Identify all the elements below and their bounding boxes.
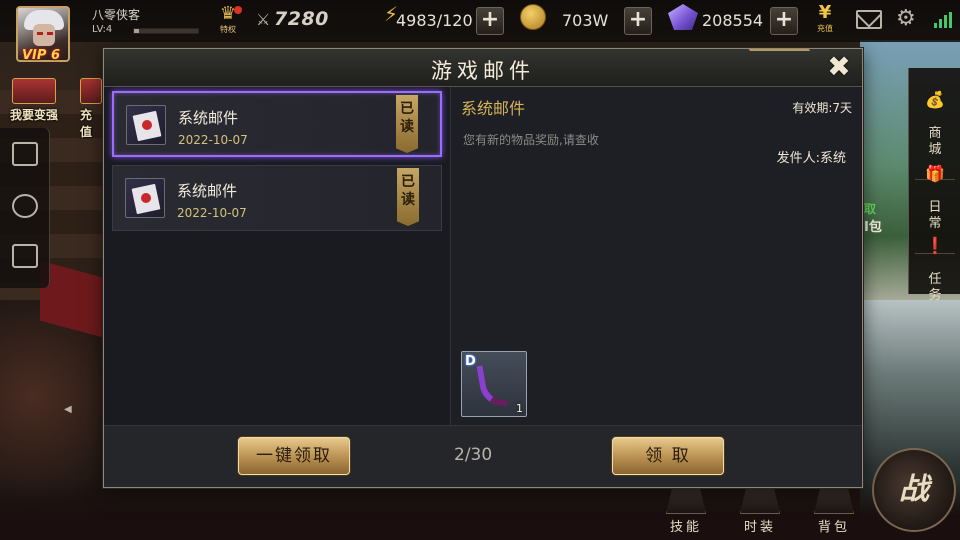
- vip-badge[interactable]: VIP 6: [22, 48, 60, 63]
- fashion-icon: [740, 488, 780, 514]
- xp-bar-fill: [134, 29, 140, 33]
- letter-icon: [125, 178, 165, 218]
- mail-date: 2022-10-07: [177, 206, 247, 220]
- task-button[interactable]: ❗ 任 务: [909, 222, 960, 304]
- page-indicator: 2/30: [454, 445, 493, 465]
- privilege-button[interactable]: ♛ 特权: [210, 4, 246, 38]
- skills-button[interactable]: 技能: [654, 488, 718, 540]
- fashion-button[interactable]: 时装: [728, 488, 792, 540]
- avatar-face: [33, 24, 55, 46]
- notes-icon[interactable]: [12, 142, 38, 166]
- friends-icon[interactable]: [12, 194, 38, 218]
- claim-all-button[interactable]: 一键领取: [238, 437, 350, 475]
- mail-list-item[interactable]: 系统邮件 2022-10-07 已 读: [112, 165, 442, 231]
- signal-bar: [944, 15, 947, 28]
- yen-icon: ¥: [818, 2, 832, 23]
- stamina-value: 4983/120: [396, 11, 473, 30]
- strengthen-button[interactable]: 我要变强: [10, 78, 58, 123]
- right-side-panel: 💰 商 城 🎁 日 常 ❗ 任 务: [908, 68, 960, 303]
- mail-list-item[interactable]: 系统邮件 2022-10-07 已 读: [112, 91, 442, 157]
- letter-seal: [141, 193, 151, 203]
- chest-icon: [12, 78, 56, 104]
- left-side-panel: [0, 128, 50, 288]
- avatar-eye-right: [47, 32, 53, 35]
- add-stamina-button[interactable]: +: [476, 7, 504, 35]
- diamond-value: 208554: [702, 11, 764, 30]
- diamond-resource: 208554 +: [700, 7, 800, 35]
- dialog-title: 游戏邮件: [431, 59, 535, 83]
- letter-seal: [142, 120, 152, 130]
- recharge-label: 充值: [817, 24, 833, 33]
- recharge-side-icon: [80, 78, 102, 104]
- scythe-icon: [476, 362, 508, 410]
- privilege-label: 特权: [220, 25, 236, 34]
- gift-icon: 🎁: [925, 164, 945, 183]
- mail-list: 系统邮件 2022-10-07 已 读 系统邮件 2022-10-07 已 读: [104, 87, 449, 425]
- signal-icon: [934, 12, 952, 28]
- gear-icon[interactable]: ⚙: [896, 6, 916, 31]
- crossed-swords-icon: ⚔: [256, 10, 271, 29]
- mail-expiry: 有效期:7天: [792, 101, 852, 115]
- skills-icon: [666, 488, 706, 514]
- battle-button[interactable]: 战: [872, 448, 956, 532]
- read-badge: 已 读: [397, 168, 419, 226]
- bag-icon: [814, 488, 854, 514]
- gold-resource: 703W +: [548, 7, 658, 35]
- signal-bar: [939, 19, 942, 28]
- task-label: 任 务: [928, 272, 942, 303]
- add-diamond-button[interactable]: +: [770, 7, 798, 35]
- player-level: LV:4: [92, 24, 113, 35]
- skills-label: 技能: [669, 520, 702, 535]
- top-hud-bar: VIP 6 八零侠客 LV:4 ♛ 特权 ⚔ 7280 ⚡ 4983/120 +…: [0, 0, 960, 63]
- chat-icon[interactable]: [12, 244, 38, 268]
- gold-value: 703W: [562, 11, 609, 30]
- behind-label-green: 取: [864, 202, 877, 216]
- mail-subject: 系统邮件: [178, 109, 239, 127]
- combat-power: 7280: [274, 8, 329, 30]
- notification-dot: [234, 6, 242, 14]
- behind-label-white: I包: [864, 220, 882, 235]
- dialog-footer: 一键领取 2/30 领 取: [104, 425, 862, 487]
- signal-bar: [949, 12, 952, 28]
- avatar-eye-left: [37, 32, 43, 35]
- strengthen-label: 我要变强: [10, 108, 59, 122]
- mail-content-subject: 系统邮件: [461, 99, 526, 118]
- read-badge: 已 读: [396, 95, 418, 153]
- mail-content: 系统邮件 有效期:7天 您有新的物品奖励,请查收 发件人:系统 D 1: [450, 87, 862, 425]
- close-button[interactable]: ✖: [824, 53, 854, 83]
- add-gold-button[interactable]: +: [624, 7, 652, 35]
- mail-body: 您有新的物品奖励,请查收: [463, 133, 599, 147]
- gold-coin-icon: [520, 4, 546, 30]
- left-arrow-icon[interactable]: ◀: [64, 404, 72, 415]
- claim-button[interactable]: 领 取: [612, 437, 724, 475]
- mail-dialog: 游戏邮件 ✖ 系统邮件 2022-10-07 已 读 系统邮件 2022-10-…: [103, 48, 863, 488]
- letter-icon: [126, 105, 166, 145]
- dialog-header: 游戏邮件 ✖: [104, 49, 862, 87]
- bag-label: 背包: [817, 520, 850, 535]
- mail-icon[interactable]: [856, 10, 882, 29]
- attachment-item[interactable]: D 1: [461, 351, 527, 417]
- recharge-button[interactable]: ¥ 充值: [808, 3, 842, 34]
- signal-bar: [934, 23, 937, 28]
- stamina-resource: 4983/120 +: [396, 7, 506, 35]
- recharge-side-button[interactable]: 充值: [80, 78, 102, 140]
- item-quantity: 1: [516, 402, 523, 415]
- recharge-side-label: 充值: [80, 108, 93, 139]
- mail-sender: 发件人:系统: [776, 151, 846, 166]
- bag-button[interactable]: 背包: [802, 488, 866, 540]
- mail-date: 2022-10-07: [178, 133, 248, 147]
- player-name: 八零侠客: [92, 8, 141, 22]
- money-bag-icon: 💰: [925, 90, 945, 109]
- diamond-icon: [668, 4, 698, 30]
- xp-bar: [133, 28, 199, 34]
- exclamation-icon: ❗: [925, 236, 945, 255]
- fashion-label: 时装: [743, 520, 776, 535]
- item-grade: D: [465, 354, 476, 369]
- mail-subject: 系统邮件: [177, 182, 238, 200]
